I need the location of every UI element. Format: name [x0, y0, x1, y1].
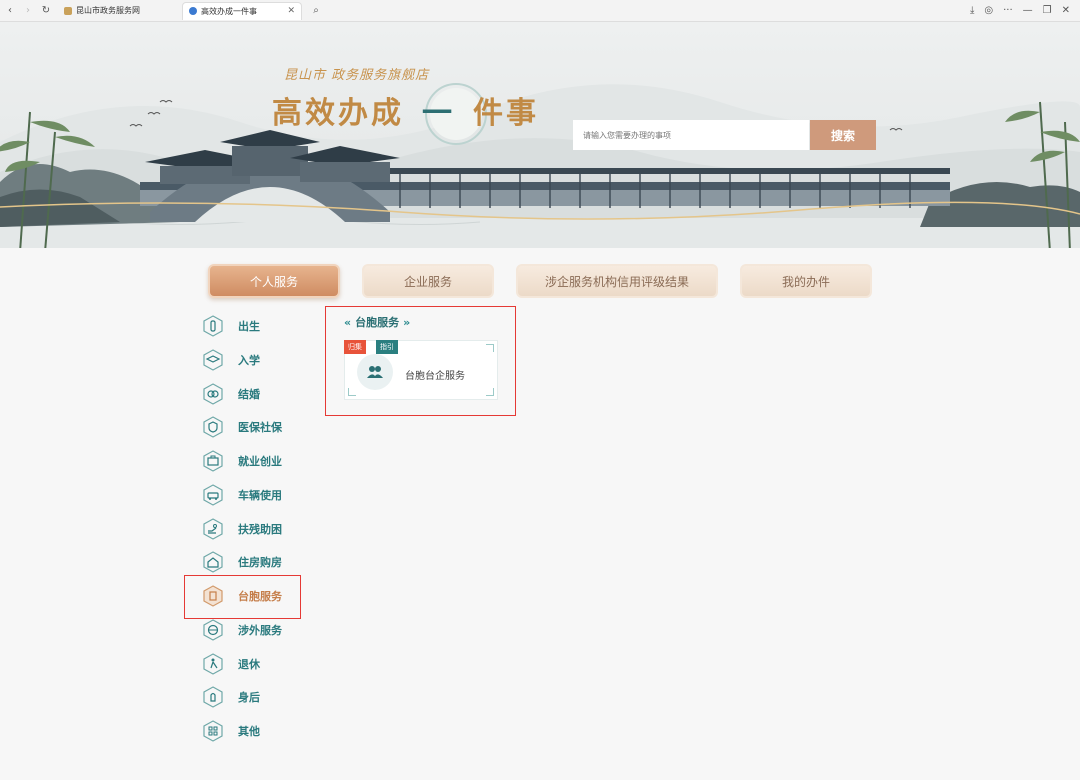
sidebar-item-label: 退休 — [238, 658, 260, 671]
sidebar-item-label: 其他 — [238, 725, 260, 738]
globe-icon[interactable]: ◎ — [984, 5, 993, 16]
refresh-icon[interactable]: ↻ — [38, 3, 54, 19]
shield-icon — [202, 416, 224, 438]
sidebar-item-label: 医保社保 — [238, 421, 282, 434]
sidebar-item-label: 涉外服务 — [238, 624, 282, 637]
service-card-taiwan-enterprise[interactable]: 归集 指引 台胞台企服务 — [344, 340, 498, 400]
tab-enterprise-services[interactable]: 企业服务 — [362, 264, 494, 298]
browser-tab-label: 高效办成一件事 — [201, 6, 257, 16]
close-icon[interactable]: ✕ — [287, 6, 295, 16]
tab-my-cases[interactable]: 我的办件 — [740, 264, 872, 298]
site-favicon-icon — [64, 6, 72, 15]
sidebar-item-vehicle[interactable]: 车辆使用 — [186, 480, 300, 510]
panel-header: « 台胞服务 » — [344, 314, 410, 330]
sidebar-item-marriage[interactable]: 结婚 — [186, 379, 300, 409]
grid-icon — [202, 720, 224, 742]
banner-subtitle: 昆山市 政务服务旗舰店 — [284, 68, 430, 83]
memorial-icon — [202, 686, 224, 708]
sidebar-item-retirement[interactable]: 退休 — [186, 649, 300, 679]
sidebar-item-posthumous[interactable]: 身后 — [186, 682, 300, 712]
sidebar-item-social-insurance[interactable]: 医保社保 — [186, 412, 300, 442]
search-button[interactable]: 搜索 — [810, 120, 876, 150]
browser-tab-1[interactable]: 昆山市政务服务网 — [58, 2, 178, 20]
sidebar-item-label: 就业创业 — [238, 455, 282, 468]
sidebar-item-birth[interactable]: 出生 — [186, 311, 300, 341]
sidebar-item-disability-aid[interactable]: 扶残助困 — [186, 514, 300, 544]
browser-chrome: ‹ › ↻ 昆山市政务服务网 高效办成一件事 ✕ ⌕ ⤓ ◎ ··· — ❐ ✕ — [0, 0, 1080, 22]
baby-bottle-icon — [202, 315, 224, 337]
download-icon[interactable]: ⤓ — [970, 5, 974, 16]
banner-title: 高效办成一件事 — [272, 88, 539, 132]
sidebar-item-other[interactable]: 其他 — [186, 716, 300, 746]
sidebar-item-label: 扶残助困 — [238, 523, 282, 536]
card-corner-decoration — [348, 388, 356, 396]
globe-icon — [202, 619, 224, 641]
helping-hand-icon — [202, 518, 224, 540]
search-input[interactable] — [573, 120, 809, 150]
search-icon[interactable]: ⌕ — [308, 3, 324, 19]
forward-icon[interactable]: › — [20, 3, 36, 19]
sidebar-item-employment[interactable]: 就业创业 — [186, 446, 300, 476]
sidebar-item-school[interactable]: 入学 — [186, 345, 300, 375]
tab-personal-services[interactable]: 个人服务 — [208, 264, 340, 298]
browser-tab-2[interactable]: 高效办成一件事 ✕ — [182, 1, 302, 20]
sidebar-item-label: 身后 — [238, 691, 260, 704]
highlight-box-sidebar — [184, 575, 301, 619]
panel-title: 台胞服务 — [355, 316, 400, 329]
card-corner-decoration — [486, 344, 494, 352]
banner-title-part: 高效办成 — [272, 96, 404, 131]
sidebar-item-foreign-affairs[interactable]: 涉外服务 — [186, 615, 300, 645]
sidebar-item-housing[interactable]: 住房购房 — [186, 547, 300, 577]
briefcase-icon — [202, 450, 224, 472]
sidebar-item-label: 结婚 — [238, 388, 260, 401]
house-icon — [202, 551, 224, 573]
card-corner-decoration — [486, 388, 494, 396]
rings-icon — [202, 383, 224, 405]
people-group-icon — [357, 354, 393, 390]
browser-tab-label: 昆山市政务服务网 — [76, 6, 140, 15]
sidebar-item-label: 车辆使用 — [238, 489, 282, 502]
close-window-icon[interactable]: ✕ — [1062, 5, 1070, 16]
bridge-landscape-illustration — [0, 83, 1080, 248]
service-card-label: 台胞台企服务 — [405, 371, 465, 382]
banner-title-part: 一 — [422, 96, 455, 131]
sidebar-item-label: 出生 — [238, 320, 260, 333]
sidebar-item-label: 住房购房 — [238, 556, 282, 569]
badge-guide: 指引 — [376, 340, 398, 354]
double-chevron-right-icon: » — [403, 315, 411, 329]
sidebar-item-label: 入学 — [238, 354, 260, 367]
back-icon[interactable]: ‹ — [2, 3, 18, 19]
double-chevron-left-icon: « — [344, 315, 352, 329]
tab-credit-rating-results[interactable]: 涉企服务机构信用评级结果 — [516, 264, 718, 298]
site-favicon-icon — [189, 7, 197, 15]
school-hat-icon — [202, 349, 224, 371]
more-icon[interactable]: ··· — [1003, 5, 1013, 16]
car-icon — [202, 484, 224, 506]
badge-collected: 归集 — [344, 340, 366, 354]
restore-icon[interactable]: ❐ — [1043, 5, 1052, 16]
elderly-icon — [202, 653, 224, 675]
hero-banner: 昆山市 政务服务旗舰店 高效办成一件事 搜索 — [0, 22, 1080, 248]
minimize-icon[interactable]: — — [1023, 5, 1033, 16]
banner-title-part: 件事 — [473, 96, 539, 131]
